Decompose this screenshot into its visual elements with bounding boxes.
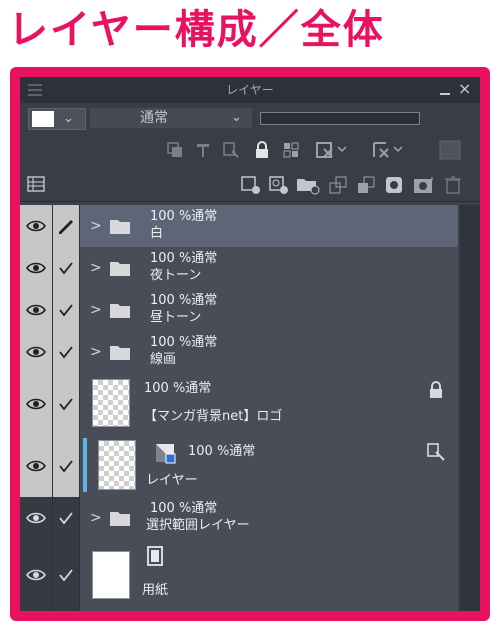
blend-row: ⌄ 通常 ⌄ bbox=[20, 103, 480, 133]
apply-mask-icon[interactable] bbox=[412, 175, 438, 195]
visibility-toggle[interactable] bbox=[20, 434, 53, 497]
new-folder-icon[interactable] bbox=[296, 175, 320, 195]
check-icon[interactable] bbox=[53, 331, 80, 373]
visibility-toggle[interactable] bbox=[20, 247, 53, 289]
layer-name: 【マンガ背景net】ロゴ bbox=[144, 409, 283, 424]
layer-color-icon[interactable] bbox=[438, 139, 462, 161]
mask-enable-icon[interactable] bbox=[316, 141, 350, 159]
folder-icon bbox=[109, 509, 131, 531]
panel-title: レイヤー bbox=[226, 83, 274, 97]
chevron-down-icon: ⌄ bbox=[63, 111, 74, 126]
page-heading: レイヤー構成／全体 bbox=[8, 7, 385, 53]
expand-arrow-icon[interactable]: > bbox=[90, 510, 102, 526]
visibility-toggle[interactable] bbox=[20, 289, 53, 331]
transfer-to-lower-icon[interactable] bbox=[328, 175, 350, 195]
new-vector-layer-icon[interactable] bbox=[268, 175, 290, 195]
panel-titlebar[interactable]: レイヤー × bbox=[20, 77, 480, 103]
layer-name: 線画 bbox=[150, 352, 177, 367]
clip-to-lower-icon[interactable] bbox=[166, 141, 184, 159]
layer-row-paper[interactable]: 用紙 bbox=[20, 539, 458, 611]
layer-row-white[interactable]: > 100 %通常 白 bbox=[20, 205, 458, 249]
pen-edit-icon[interactable] bbox=[53, 205, 80, 247]
layer-list-scrollbar[interactable] bbox=[460, 205, 480, 611]
layer-opacity-mode: 100 %通常 bbox=[150, 251, 218, 266]
lock-transparency-icon[interactable] bbox=[282, 141, 300, 159]
active-layer-marker bbox=[83, 438, 87, 492]
lock-icon[interactable] bbox=[254, 141, 270, 159]
chevron-down-icon: ⌄ bbox=[231, 110, 242, 125]
check-icon[interactable] bbox=[53, 434, 80, 497]
mask-disable-icon[interactable] bbox=[372, 141, 406, 159]
create-mask-icon[interactable] bbox=[384, 175, 406, 195]
layer-opacity-mode: 100 %通常 bbox=[150, 293, 218, 308]
visibility-toggle[interactable] bbox=[20, 205, 53, 247]
visibility-toggle[interactable] bbox=[20, 539, 53, 611]
lock-icon bbox=[428, 381, 444, 403]
reference-draft-icon bbox=[426, 442, 448, 466]
layer-row-night-tone[interactable]: > 100 %通常 夜トーン bbox=[20, 247, 458, 291]
visibility-toggle[interactable] bbox=[20, 331, 53, 373]
draft-layer-icon[interactable] bbox=[222, 141, 240, 159]
layer-list-icon[interactable] bbox=[26, 175, 46, 193]
layer-row-layer[interactable]: 100 %通常 レイヤー bbox=[20, 434, 458, 499]
layer-opacity-mode: 100 %通常 bbox=[150, 209, 218, 224]
blend-mode-value: 通常 bbox=[140, 110, 168, 126]
layer-toggle-toolbar bbox=[20, 133, 480, 167]
new-raster-layer-icon[interactable] bbox=[240, 175, 262, 195]
layer-color-swatch bbox=[32, 111, 54, 127]
folder-icon bbox=[109, 259, 131, 281]
opacity-slider[interactable] bbox=[260, 112, 420, 125]
check-icon[interactable] bbox=[53, 539, 80, 611]
layer-row-line-art[interactable]: > 100 %通常 線画 bbox=[20, 331, 458, 375]
layer-list: > 100 %通常 白 > 100 %通常 夜トーン > 100 %通常 昼トー… bbox=[20, 205, 480, 611]
folder-icon bbox=[109, 343, 131, 365]
layer-panel: レイヤー × ⌄ 通常 ⌄ > 100 %通常 白 > 100 %通常 夜トーン… bbox=[20, 77, 480, 611]
folder-icon bbox=[109, 301, 131, 323]
layer-thumbnail bbox=[98, 440, 136, 490]
visibility-toggle[interactable] bbox=[20, 373, 53, 434]
layer-row-day-tone[interactable]: > 100 %通常 昼トーン bbox=[20, 289, 458, 333]
check-icon[interactable] bbox=[53, 247, 80, 289]
close-icon[interactable]: × bbox=[458, 79, 471, 99]
layer-thumbnail bbox=[92, 379, 130, 427]
expand-arrow-icon[interactable]: > bbox=[90, 344, 102, 360]
layer-name: 夜トーン bbox=[150, 268, 202, 283]
delete-layer-icon[interactable] bbox=[444, 175, 462, 195]
layer-name: 白 bbox=[150, 226, 164, 241]
layer-color-select[interactable]: ⌄ bbox=[28, 108, 86, 130]
layer-row-logo[interactable]: 100 %通常 【マンガ背景net】ロゴ bbox=[20, 373, 458, 436]
layer-name: 用紙 bbox=[142, 583, 169, 598]
folder-icon bbox=[109, 217, 131, 239]
layer-thumbnail bbox=[92, 551, 130, 599]
minimize-icon[interactable] bbox=[440, 93, 450, 95]
layer-command-toolbar bbox=[20, 167, 480, 202]
layer-opacity-mode: 100 %通常 bbox=[150, 501, 218, 516]
expand-arrow-icon[interactable]: > bbox=[90, 218, 102, 234]
check-icon[interactable] bbox=[53, 289, 80, 331]
check-icon[interactable] bbox=[53, 497, 80, 539]
check-icon[interactable] bbox=[53, 373, 80, 434]
layer-row-selection[interactable]: > 100 %通常 選択範囲レイヤー bbox=[20, 497, 458, 541]
paper-layer-icon bbox=[146, 545, 164, 571]
expand-arrow-icon[interactable]: > bbox=[90, 260, 102, 276]
layer-name: 選択範囲レイヤー bbox=[146, 518, 250, 533]
layer-opacity-mode: 100 %通常 bbox=[144, 381, 212, 396]
layer-name: 昼トーン bbox=[150, 310, 202, 325]
layer-opacity-mode: 100 %通常 bbox=[188, 444, 256, 459]
expand-arrow-icon[interactable]: > bbox=[90, 302, 102, 318]
layer-name: レイヤー bbox=[146, 473, 198, 488]
visibility-toggle[interactable] bbox=[20, 497, 53, 539]
layer-opacity-mode: 100 %通常 bbox=[150, 335, 218, 350]
merge-down-icon[interactable] bbox=[356, 175, 378, 195]
reference-layer-icon[interactable] bbox=[194, 141, 212, 159]
blend-mode-select[interactable]: 通常 ⌄ bbox=[90, 108, 252, 128]
draft-layer-icon bbox=[154, 442, 178, 470]
